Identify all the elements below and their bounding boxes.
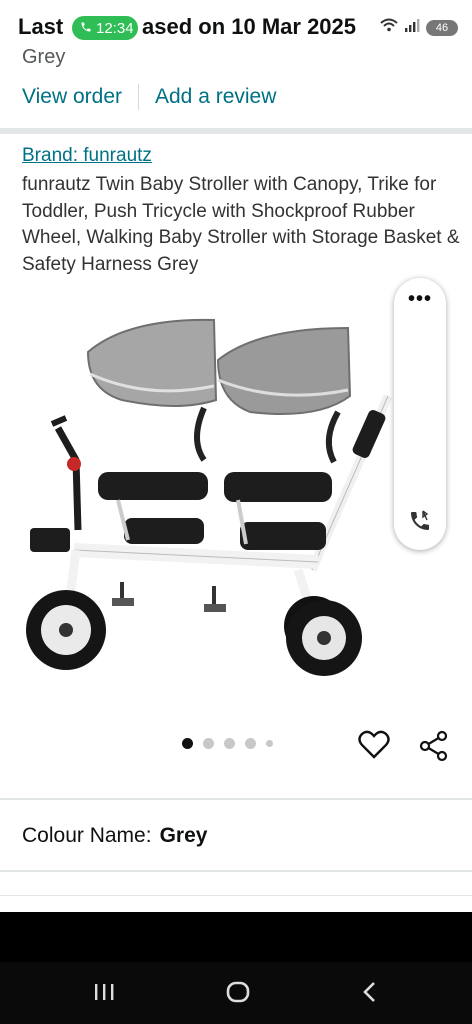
home-icon[interactable]: [224, 978, 252, 1011]
wifi-icon: [380, 18, 398, 37]
carousel-dot[interactable]: [203, 738, 214, 749]
carousel-dot[interactable]: [182, 738, 193, 749]
battery-icon: 46: [426, 19, 458, 36]
floating-call-widget[interactable]: •••: [394, 278, 446, 550]
status-label-start: Last: [18, 14, 64, 39]
status-label-end: ased on 10 Mar 2025: [142, 14, 357, 39]
order-item-color: Grey: [22, 46, 66, 68]
divider: [138, 84, 139, 110]
status-bar: Last ased on 10 Mar 2025 12:34 46: [0, 0, 472, 44]
divider: [0, 895, 472, 896]
carousel-dot[interactable]: [266, 740, 273, 747]
add-review-link[interactable]: Add a review: [155, 85, 276, 109]
colour-value: Grey: [159, 824, 208, 847]
carousel-dot[interactable]: [245, 738, 256, 749]
status-text: Last ased on 10 Mar 2025: [18, 14, 356, 40]
bluetooth-phone-icon[interactable]: [408, 509, 432, 538]
share-icon[interactable]: [418, 730, 450, 767]
brand-link[interactable]: Brand: funrautz: [22, 145, 152, 167]
colour-label: Colour Name:: [22, 824, 152, 847]
carousel-dot[interactable]: [224, 738, 235, 749]
signal-icon: [404, 18, 420, 37]
section-divider: [0, 128, 472, 134]
more-icon[interactable]: •••: [394, 289, 446, 309]
recents-icon[interactable]: [92, 978, 116, 1011]
back-icon[interactable]: [360, 978, 380, 1011]
view-order-link[interactable]: View order: [22, 85, 122, 109]
divider: [0, 798, 472, 800]
product-image[interactable]: [18, 300, 398, 700]
order-actions: View order Add a review: [22, 84, 276, 110]
system-nav-bar: [0, 962, 472, 1024]
image-carousel-indicator: [182, 738, 273, 749]
call-icon: [80, 20, 92, 37]
colour-row: Colour Name: Grey: [22, 824, 207, 848]
divider: [0, 870, 472, 872]
product-title: funrautz Twin Baby Stroller with Canopy,…: [22, 174, 460, 275]
black-band: [0, 912, 472, 962]
ongoing-call-pill[interactable]: 12:34: [72, 16, 138, 40]
heart-icon[interactable]: [358, 730, 390, 765]
call-time: 12:34: [96, 19, 134, 37]
status-icons: 46: [380, 18, 458, 37]
